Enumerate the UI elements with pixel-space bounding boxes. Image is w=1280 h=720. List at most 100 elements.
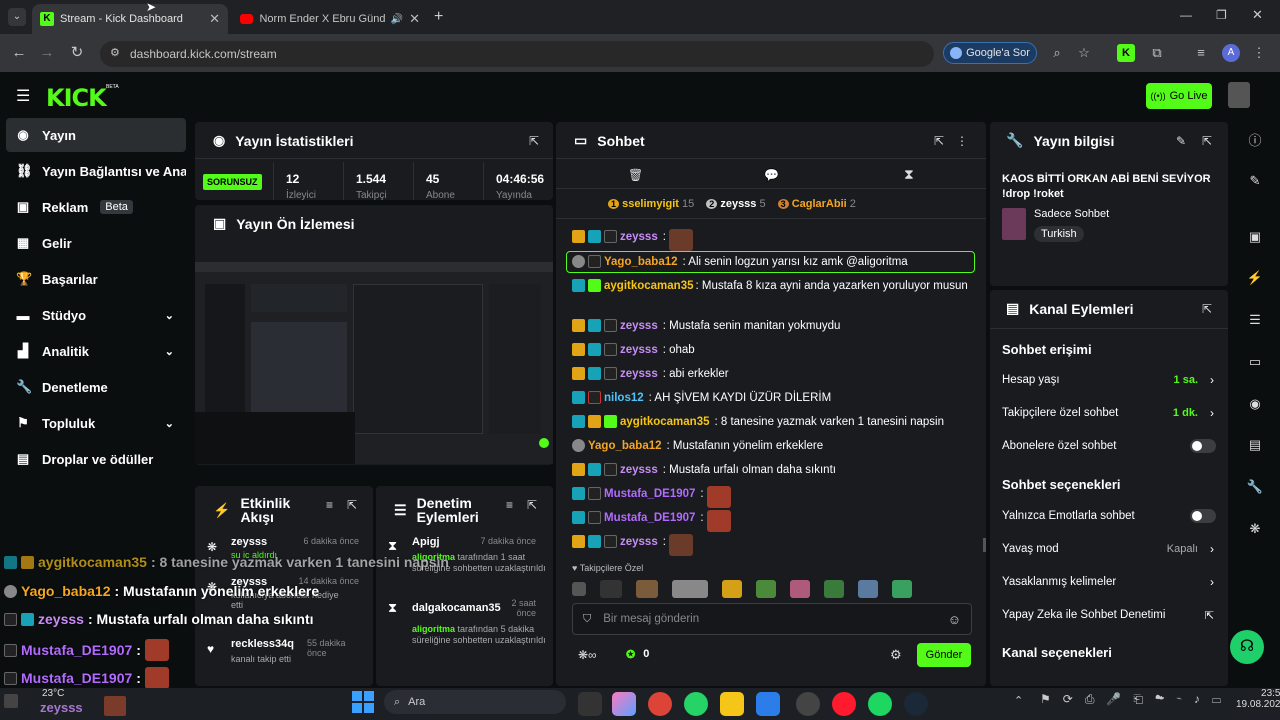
filter-icon[interactable]: ≡	[506, 498, 513, 512]
chrome-icon[interactable]	[648, 692, 672, 716]
top-gifter[interactable]: 3 CaglarAbii 2	[777, 198, 856, 210]
user-avatar[interactable]	[1228, 82, 1250, 108]
chat-username[interactable]: aygitkocaman35	[620, 414, 710, 430]
list-icon[interactable]: ☰	[1240, 305, 1270, 335]
preview-icon[interactable]: ▣	[1240, 222, 1270, 252]
tray-icons[interactable]: ⚑⟳⎙🎤⎗☁⌁♪▭	[1040, 692, 1233, 707]
tab-youtube[interactable]: Norm Ender X Ebru Gündeş 🔊 ✕	[232, 4, 428, 34]
sidebar-item-studyo[interactable]: ▬ Stüdyo ⌄	[6, 298, 186, 332]
taskbar-search[interactable]: ⌕ Ara	[384, 690, 566, 714]
slow-mode-row[interactable]: Yavaş mod Kapalı ›	[1002, 541, 1216, 557]
top-gifter[interactable]: 1 sselimyigit 15	[608, 198, 694, 210]
kick-extension-icon[interactable]: K	[1117, 44, 1135, 62]
tab-kick-dashboard[interactable]: K Stream - Kick Dashboard ✕	[32, 4, 228, 34]
event-user[interactable]: reckless34q	[231, 638, 294, 650]
chat-username[interactable]: Yago_baba12	[604, 254, 678, 270]
popout-icon[interactable]: ⇱	[527, 498, 537, 512]
taskbar-clock[interactable]: 23:5919.08.2026	[1236, 688, 1280, 710]
store-icon[interactable]	[756, 692, 780, 716]
restore-icon[interactable]: ❐	[1216, 8, 1227, 22]
copilot-icon[interactable]	[612, 692, 636, 716]
file-explorer-icon[interactable]	[720, 692, 744, 716]
chat-username[interactable]: zeysss	[620, 342, 658, 358]
sidebar-item-topluluk[interactable]: ⚑ Topluluk ⌄	[6, 406, 186, 440]
browser-menu-icon[interactable]: ⋮	[1250, 44, 1268, 62]
spotify-icon[interactable]	[868, 692, 892, 716]
weather-icon[interactable]	[4, 694, 18, 708]
emoji-icon[interactable]: ☺	[948, 612, 961, 627]
emote-only-toggle[interactable]	[1190, 509, 1216, 523]
category-name[interactable]: Sadece Sohbet	[1034, 208, 1109, 220]
trash-icon[interactable]: 🗑	[628, 168, 643, 182]
chat-username[interactable]: nilos12	[604, 390, 644, 406]
sidebar-item-droplar[interactable]: ▤ Droplar ve ödüller	[6, 442, 186, 476]
infinity-icon[interactable]: ❋∞	[578, 648, 597, 662]
send-button[interactable]: Gönder	[917, 643, 971, 667]
chat-bubble-icon[interactable]: ▭	[1240, 347, 1270, 377]
popout-icon[interactable]: ⇱	[1202, 134, 1212, 148]
stream-preview-video[interactable]	[195, 262, 553, 464]
emote-icon[interactable]	[892, 580, 912, 598]
ai-moderation-row[interactable]: Yapay Zeka ile Sohbet Denetimi ⇱	[1002, 607, 1216, 623]
chat-username[interactable]: zeysss	[620, 366, 658, 382]
back-icon[interactable]: ←	[10, 44, 28, 62]
emote-icon[interactable]	[722, 580, 742, 598]
emote-icon[interactable]	[636, 580, 658, 598]
google-ask-button[interactable]: Google'a Sor	[943, 42, 1037, 64]
close-tab-icon[interactable]: ✕	[409, 11, 420, 27]
channel-icon[interactable]: ▤	[1240, 430, 1270, 460]
media-control-icon[interactable]: ≡	[1192, 44, 1210, 62]
emote-icon[interactable]	[858, 580, 878, 598]
popout-icon[interactable]: ⇱	[1202, 302, 1212, 316]
weather-temp[interactable]: 23°C	[42, 688, 64, 699]
minimize-icon[interactable]: —	[1180, 8, 1192, 22]
filter-icon[interactable]: ≡	[326, 498, 333, 512]
emote-icon[interactable]	[672, 580, 708, 598]
windows-start-icon[interactable]	[352, 691, 374, 713]
reload-icon[interactable]: ↻	[68, 44, 86, 62]
event-user[interactable]: zeysss	[231, 536, 267, 548]
chat-input[interactable]: ⛉ Bir mesaj gönderin ☺	[572, 603, 972, 635]
profile-avatar[interactable]: A	[1222, 44, 1240, 62]
chat-username[interactable]: Yago_baba12	[588, 438, 662, 454]
sidebar-item-reklam[interactable]: ▣ Reklam Beta	[6, 190, 186, 224]
popout-icon[interactable]: ⇱	[529, 134, 539, 148]
popout-icon[interactable]: ⇱	[347, 498, 357, 512]
subscribers-only-toggle[interactable]	[1190, 439, 1216, 453]
tab-search-icon[interactable]: ⌄	[8, 8, 26, 26]
sidebar-item-yayin[interactable]: ◉ Yayın	[6, 118, 186, 152]
chat-username[interactable]: zeysss	[620, 229, 658, 245]
emote-icon[interactable]	[572, 582, 586, 596]
edit-pencil-icon[interactable]: ✎	[1240, 166, 1270, 196]
emote-icon[interactable]	[756, 580, 776, 598]
support-headset-icon[interactable]: ☊	[1230, 630, 1264, 664]
sidebar-item-denetleme[interactable]: 🔧 Denetleme	[6, 370, 186, 404]
close-tab-icon[interactable]: ✕	[209, 11, 220, 27]
wrench-icon[interactable]: 🔧	[1240, 472, 1270, 502]
kick-logo[interactable]: KICK	[46, 84, 107, 112]
zoom-icon[interactable]: ⌕	[1048, 44, 1066, 62]
extensions-icon[interactable]: ⧉	[1148, 44, 1166, 62]
channel-points[interactable]: ✪ 0	[626, 648, 649, 661]
more-options-icon[interactable]: ⋮	[956, 134, 968, 148]
github-icon[interactable]	[796, 692, 820, 716]
chat-username[interactable]: zeysss	[620, 534, 658, 550]
chat-username[interactable]: zeysss	[620, 462, 658, 478]
chat-username[interactable]: zeysss	[620, 318, 658, 334]
top-gifter[interactable]: 2 zeysss 5	[706, 198, 766, 210]
new-tab-icon[interactable]: +	[434, 8, 443, 26]
steam-icon[interactable]	[904, 692, 928, 716]
emote-icon[interactable]	[600, 580, 622, 598]
tray-chevron-icon[interactable]: ⌃	[1014, 694, 1023, 707]
forward-icon[interactable]: →	[38, 44, 56, 62]
opera-icon[interactable]	[832, 692, 856, 716]
sidebar-item-gelir[interactable]: ▦ Gelir	[6, 226, 186, 260]
category-thumbnail[interactable]	[1002, 208, 1026, 240]
sidebar-item-analitik[interactable]: ▟ Analitik ⌄	[6, 334, 186, 368]
chat-bubble-icon[interactable]: 💬	[764, 168, 779, 182]
action-user[interactable]: dalgakocaman35	[412, 602, 501, 614]
moderator-name[interactable]: aligoritma	[412, 624, 455, 634]
hamburger-menu-icon[interactable]: ☰	[16, 86, 30, 106]
popout-icon[interactable]: ⇱	[934, 134, 944, 148]
close-window-icon[interactable]: ✕	[1252, 7, 1263, 23]
